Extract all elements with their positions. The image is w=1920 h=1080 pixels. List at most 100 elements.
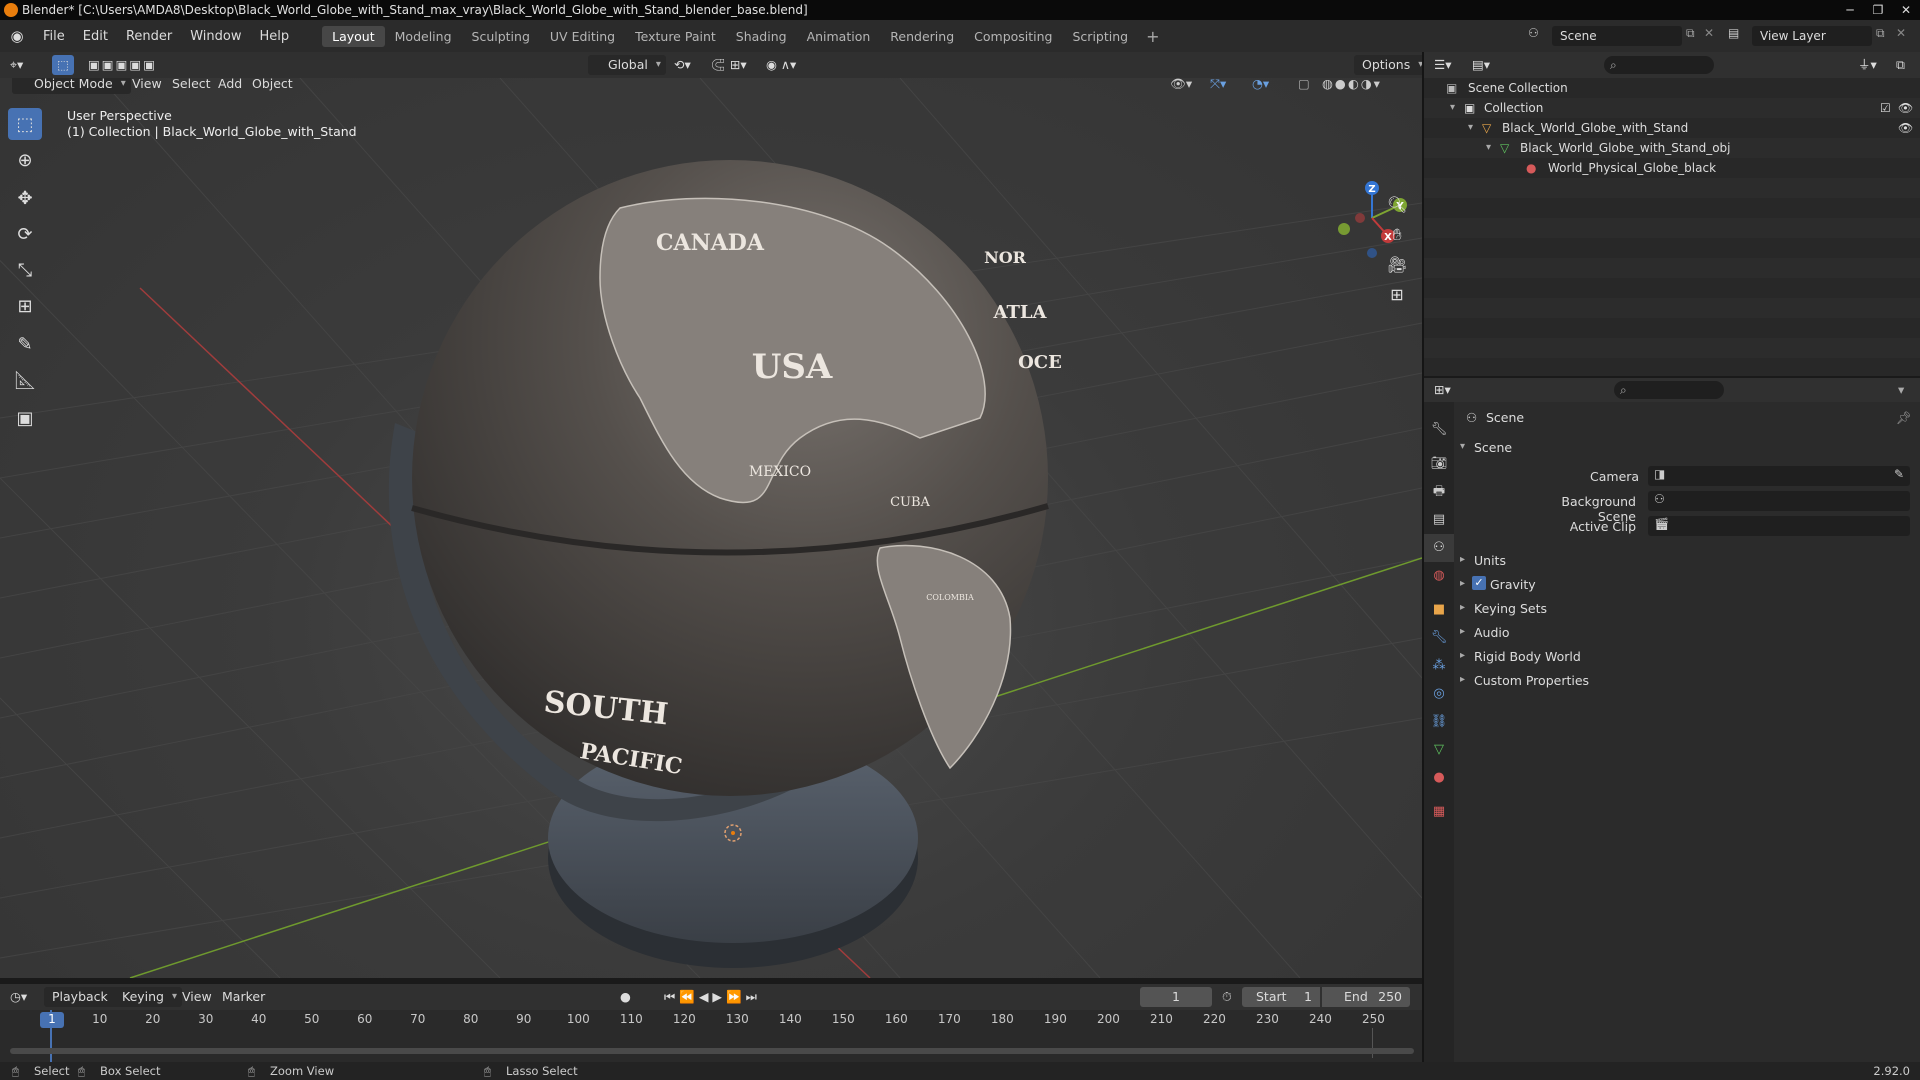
zoom-icon[interactable]: 🔍︎: [1384, 192, 1410, 218]
timeline-scrollbar[interactable]: [10, 1048, 1414, 1054]
properties-editor-type-icon[interactable]: ⊞▾: [1434, 380, 1451, 400]
close-icon[interactable]: ✕: [1892, 0, 1920, 20]
menu-file[interactable]: File: [34, 29, 74, 44]
expand-arrow-icon[interactable]: ▾: [1468, 118, 1473, 138]
tab-sculpting[interactable]: Sculpting: [462, 26, 540, 47]
maximize-icon[interactable]: ❐: [1864, 0, 1892, 20]
data-tab-icon[interactable]: ▽: [1424, 736, 1454, 764]
view-layer-icon[interactable]: ▤: [1728, 26, 1739, 40]
delete-scene-icon[interactable]: ✕: [1704, 26, 1714, 40]
pivot-icon[interactable]: ⟲▾: [674, 55, 691, 75]
view-layer-tab-icon[interactable]: ▤: [1424, 506, 1454, 534]
xray-icon[interactable]: ▢: [1298, 78, 1310, 94]
outliner-row-collection[interactable]: ▾ ▣ Collection ☑ 👁︎: [1424, 98, 1920, 118]
measure-tool-icon[interactable]: 📐︎: [8, 364, 42, 396]
cursor-tool-icon[interactable]: ⊕: [8, 144, 42, 176]
select-tool-icon[interactable]: ⬚: [52, 55, 74, 75]
panel-collapsed-icon[interactable]: ▸: [1460, 602, 1465, 613]
exclude-checkbox-icon[interactable]: ☑: [1880, 98, 1891, 118]
menu-render[interactable]: Render: [117, 29, 181, 44]
output-tab-icon[interactable]: 🖶︎: [1424, 478, 1454, 506]
playback-controls[interactable]: ⏮⏪◀▶⏩⏭: [664, 987, 761, 1007]
tab-compositing[interactable]: Compositing: [964, 26, 1062, 47]
gravity-panel[interactable]: Gravity: [1490, 577, 1536, 592]
tab-uv-editing[interactable]: UV Editing: [540, 26, 625, 47]
tab-shading[interactable]: Shading: [726, 26, 797, 47]
eye-icon[interactable]: 👁︎: [1898, 118, 1913, 138]
annotate-tool-icon[interactable]: ✎: [8, 328, 42, 360]
rigid-body-world-panel[interactable]: Rigid Body World: [1474, 649, 1581, 664]
panel-collapsed-icon[interactable]: ▸: [1460, 554, 1465, 565]
render-tab-icon[interactable]: 📷︎: [1424, 450, 1454, 478]
modifier-tab-icon[interactable]: 🔧︎: [1424, 624, 1454, 652]
snap-icon[interactable]: 🧲︎ ⊞▾: [710, 55, 747, 75]
filter-icon[interactable]: ⏚▾: [1858, 55, 1877, 75]
scene-icon[interactable]: ⚇: [1528, 26, 1539, 40]
new-collection-icon[interactable]: ⧉: [1896, 55, 1905, 75]
outliner-row-object[interactable]: ▾ ▽ Black_World_Globe_with_Stand 👁︎: [1424, 118, 1920, 138]
timeline-view-menu[interactable]: View: [182, 987, 212, 1007]
marker-menu[interactable]: Marker: [222, 987, 265, 1007]
delete-view-layer-icon[interactable]: ✕: [1896, 26, 1906, 40]
tab-layout[interactable]: Layout: [322, 25, 385, 47]
keying-menu[interactable]: Keying: [114, 987, 182, 1007]
viewport-menu-view[interactable]: View: [132, 78, 162, 94]
view-layer-selector[interactable]: View Layer: [1752, 26, 1872, 46]
audio-panel[interactable]: Audio: [1474, 625, 1510, 640]
panel-collapsed-icon[interactable]: ▸: [1460, 674, 1465, 685]
units-panel[interactable]: Units: [1474, 553, 1506, 568]
world-tab-icon[interactable]: ◍: [1424, 562, 1454, 590]
move-tool-icon[interactable]: ✥: [8, 182, 42, 214]
viewport-menu-object[interactable]: Object: [252, 78, 293, 94]
camera-view-icon[interactable]: 🎥︎: [1384, 252, 1410, 278]
eye-icon[interactable]: 👁︎: [1898, 98, 1913, 118]
background-scene-field[interactable]: ⚇: [1648, 491, 1910, 511]
outliner-row-material[interactable]: ● World_Physical_Globe_black: [1424, 158, 1920, 178]
scene-selector[interactable]: Scene: [1552, 26, 1682, 46]
proportional-edit-icon[interactable]: ◉ ∧▾: [766, 55, 796, 75]
selection-mode-icons[interactable]: ▣▣▣▣▣: [88, 55, 157, 75]
outliner-row-mesh[interactable]: ▾ ▽ Black_World_Globe_with_Stand_obj: [1424, 138, 1920, 158]
add-workspace-icon[interactable]: +: [1138, 27, 1167, 46]
tab-modeling[interactable]: Modeling: [385, 26, 462, 47]
custom-properties-panel[interactable]: Custom Properties: [1474, 673, 1589, 688]
start-frame-field[interactable]: Start 1: [1242, 987, 1320, 1007]
properties-options-icon[interactable]: ▾: [1898, 380, 1904, 400]
object-tab-icon[interactable]: ■: [1424, 596, 1454, 624]
keying-sets-panel[interactable]: Keying Sets: [1474, 601, 1547, 616]
tab-rendering[interactable]: Rendering: [880, 26, 964, 47]
perspective-grid-icon[interactable]: ⊞: [1384, 282, 1410, 308]
gravity-checkbox[interactable]: ✓: [1472, 576, 1486, 590]
minimize-icon[interactable]: ─: [1836, 0, 1864, 20]
tab-animation[interactable]: Animation: [797, 26, 881, 47]
properties-search-input[interactable]: ⌕: [1614, 381, 1724, 399]
panel-collapsed-icon[interactable]: ▸: [1460, 650, 1465, 661]
expand-arrow-icon[interactable]: ▾: [1486, 138, 1491, 158]
outliner-search-input[interactable]: ⌕: [1604, 56, 1714, 74]
options-dropdown[interactable]: Options: [1354, 55, 1429, 75]
select-box-icon[interactable]: ⬚: [8, 108, 42, 140]
timeline[interactable]: 1 10 20 30 40 50 60 70 80 90 100 110 120 130 140 150 160…: [0, 1010, 1422, 1062]
display-mode-icon[interactable]: ▤▾: [1472, 55, 1490, 75]
menu-edit[interactable]: Edit: [74, 29, 117, 44]
panel-collapsed-icon[interactable]: ▸: [1460, 578, 1465, 589]
viewport-menu-add[interactable]: Add: [218, 78, 242, 94]
eyedropper-icon[interactable]: ✎: [1894, 467, 1904, 481]
stopwatch-icon[interactable]: ⏱︎: [1222, 987, 1232, 1007]
end-frame-field[interactable]: End 250: [1322, 987, 1410, 1007]
new-scene-icon[interactable]: ⧉: [1686, 26, 1695, 41]
active-clip-field[interactable]: 🎬︎: [1648, 516, 1910, 536]
outliner-row-scene-collection[interactable]: ▣ Scene Collection: [1424, 78, 1920, 98]
frame-ruler[interactable]: 1 10 20 30 40 50 60 70 80 90 100 110 120 130 140 150 160…: [0, 1012, 1422, 1030]
menu-help[interactable]: Help: [251, 29, 299, 44]
expand-arrow-icon[interactable]: ▾: [1450, 98, 1455, 118]
new-view-layer-icon[interactable]: ⧉: [1876, 26, 1885, 41]
timeline-editor-type-icon[interactable]: ◷▾: [10, 987, 27, 1007]
pan-hand-icon[interactable]: ✋︎: [1384, 222, 1410, 248]
material-tab-icon[interactable]: ●: [1424, 764, 1454, 792]
transform-tool-icon[interactable]: ⊞: [8, 290, 42, 322]
editor-type-icon[interactable]: ⌖▾: [10, 55, 23, 75]
current-frame-field[interactable]: 1: [1140, 987, 1212, 1007]
physics-tab-icon[interactable]: ◎: [1424, 680, 1454, 708]
menu-window[interactable]: Window: [181, 29, 250, 44]
